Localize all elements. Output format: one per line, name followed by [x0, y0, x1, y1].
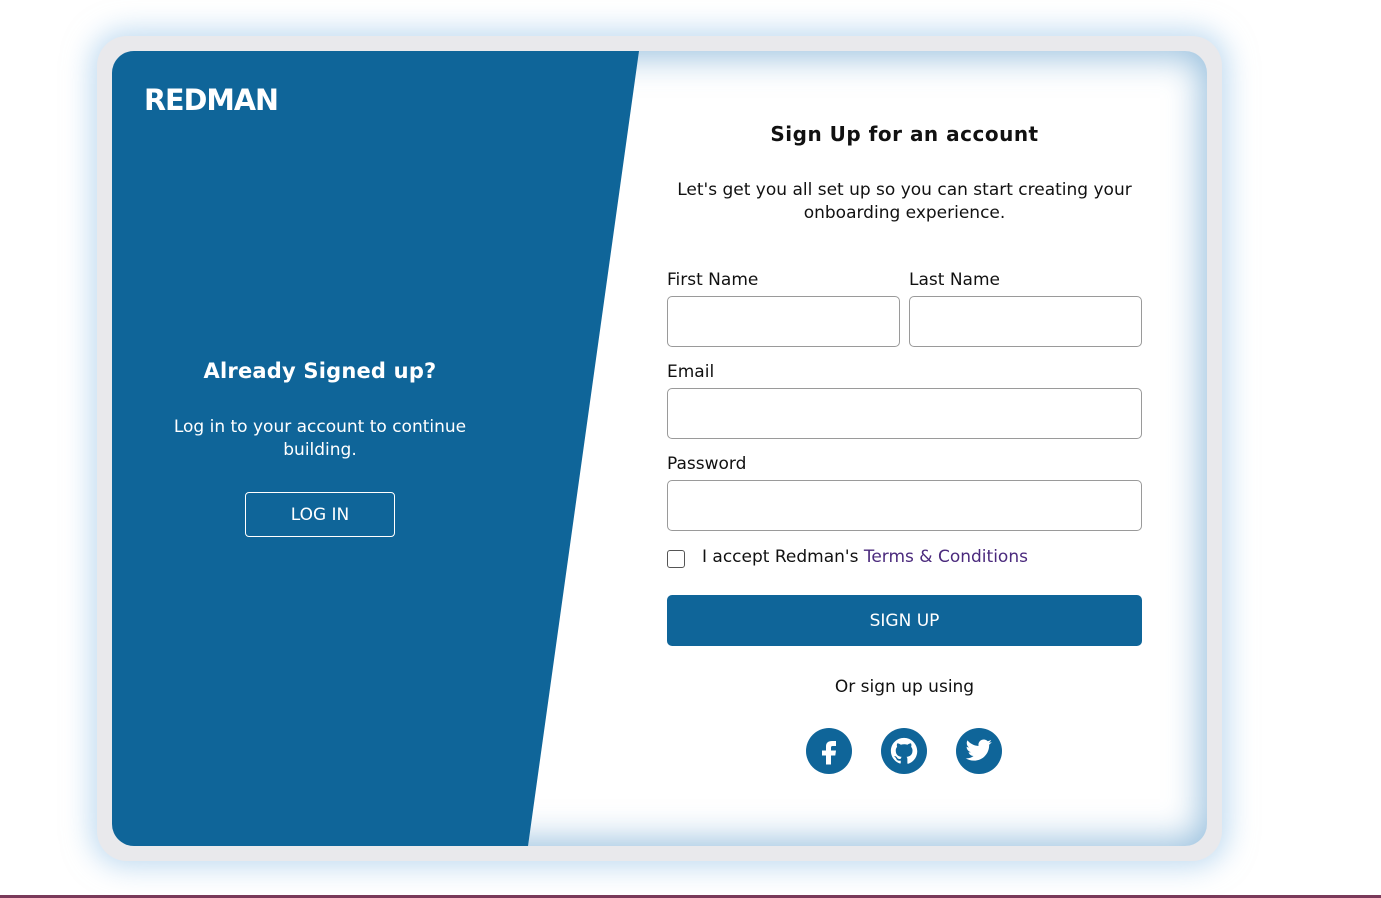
email-label: Email: [667, 362, 715, 382]
password-input[interactable]: [667, 480, 1142, 531]
last-name-label: Last Name: [909, 270, 1000, 290]
logo-text: REDMAN: [144, 83, 278, 117]
signup-subtitle: Let's get you all set up so you can star…: [677, 180, 1132, 223]
social-signup-label: Or sign up using: [834, 677, 975, 697]
facebook-button[interactable]: [806, 728, 852, 774]
signup-card: REDMAN Already Signed up? Log in to your…: [112, 51, 1207, 846]
terms-prefix: I accept Redman's: [702, 547, 864, 567]
facebook-icon: [822, 741, 836, 765]
first-name-input[interactable]: [667, 296, 900, 347]
login-button[interactable]: LOG IN: [245, 492, 395, 537]
terms-link[interactable]: Terms & Conditions: [864, 547, 1028, 567]
last-name-input[interactable]: [909, 296, 1142, 347]
terms-text: I accept Redman's Terms & Conditions: [702, 547, 1028, 567]
twitter-button[interactable]: [956, 728, 1002, 774]
github-icon: [890, 737, 918, 764]
redman-logo: REDMAN: [144, 83, 279, 117]
email-input[interactable]: [667, 388, 1142, 439]
github-button[interactable]: [881, 728, 927, 774]
password-label: Password: [667, 454, 747, 474]
signup-heading: Sign Up for an account: [770, 122, 1039, 146]
signup-button[interactable]: SIGN UP: [667, 595, 1142, 646]
terms-checkbox[interactable]: [667, 550, 685, 568]
login-subtitle: Log in to your account to continue build…: [173, 417, 467, 460]
login-heading: Already Signed up?: [203, 359, 437, 383]
first-name-label: First Name: [667, 270, 759, 290]
twitter-icon: [965, 739, 992, 761]
